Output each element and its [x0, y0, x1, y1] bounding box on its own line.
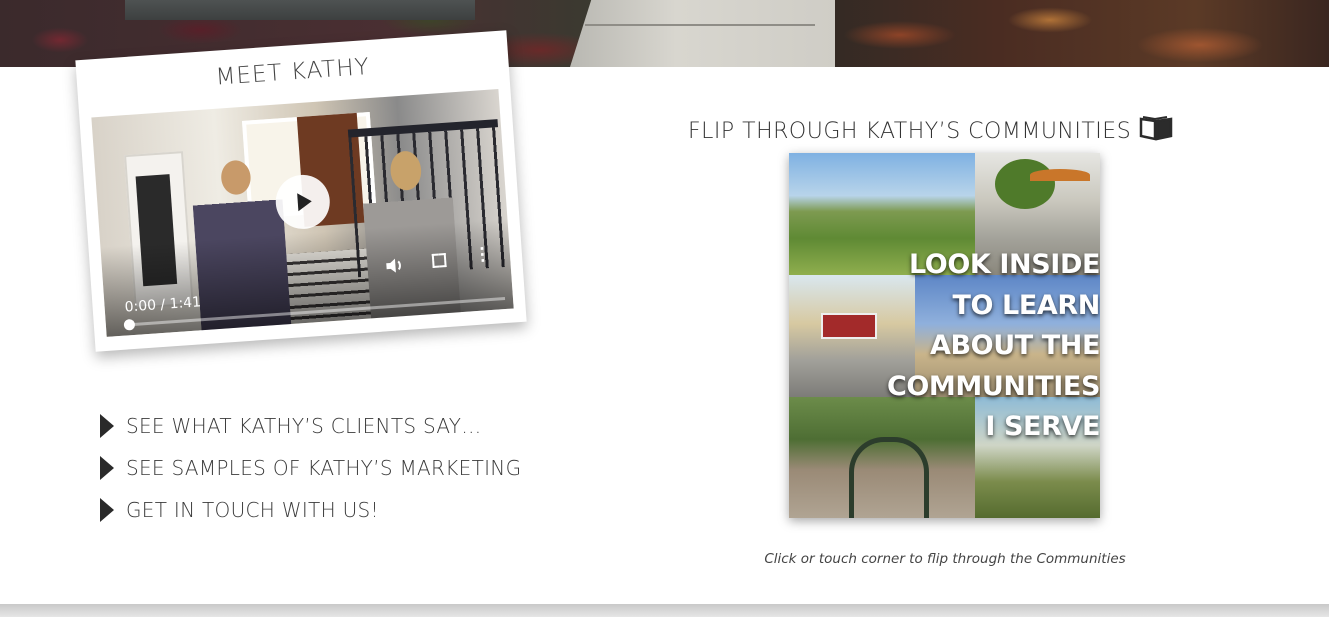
volume-icon[interactable]: [384, 256, 406, 280]
hero-sidewalk: [570, 0, 835, 67]
intro-video-player[interactable]: · · · 0:00 / 1:41: [91, 88, 514, 337]
link-label[interactable]: GET IN TOUCH WITH US!: [126, 498, 379, 522]
more-options-icon[interactable]: · · ·: [479, 238, 487, 270]
open-book-icon: [1139, 115, 1173, 147]
arrow-right-icon: [100, 414, 114, 438]
overlay-line: TO LEARN: [952, 289, 1100, 321]
communities-flipbook[interactable]: LOOK INSIDE TO LEARN ABOUT THE COMMUNITI…: [789, 153, 1100, 518]
link-clients-say[interactable]: SEE WHAT KATHY’S CLIENTS SAY…: [100, 405, 521, 447]
link-get-in-touch[interactable]: GET IN TOUCH WITH US!: [100, 489, 521, 531]
fullscreen-icon[interactable]: [432, 253, 447, 269]
overlay-line: ABOUT THE: [929, 330, 1100, 361]
footer-divider: [0, 604, 1329, 617]
plaza-umbrella: [1030, 169, 1090, 181]
hero-driveway: [125, 0, 475, 20]
campus-gate: [849, 437, 929, 518]
arrow-right-icon: [100, 498, 114, 522]
flipbook-overlay-text: LOOK INSIDE TO LEARN ABOUT THE COMMUNITI…: [789, 245, 1100, 448]
link-list: SEE WHAT KATHY’S CLIENTS SAY… SEE SAMPLE…: [100, 405, 521, 531]
hero-sidewalk-seam: [585, 24, 815, 26]
overlay-line: COMMUNITIES: [886, 370, 1100, 402]
link-label[interactable]: SEE WHAT KATHY’S CLIENTS SAY…: [126, 414, 482, 438]
link-marketing-samples[interactable]: SEE SAMPLES OF KATHY’S MARKETING: [100, 447, 521, 489]
flipbook-caption: Click or touch corner to flip through th…: [764, 551, 1126, 567]
communities-heading: FLIP THROUGH KATHY’S COMMUNITIES: [688, 115, 1173, 147]
plaza-tree: [995, 159, 1055, 209]
link-label[interactable]: SEE SAMPLES OF KATHY’S MARKETING: [126, 456, 521, 480]
arrow-right-icon: [100, 456, 114, 480]
overlay-line: I SERVE: [985, 411, 1100, 442]
meet-kathy-card: MEET KATHY · · · 0:00 / 1:41: [75, 30, 527, 352]
flip-corner[interactable]: [1030, 448, 1100, 518]
overlay-line: LOOK INSIDE: [908, 249, 1100, 280]
communities-heading-text: FLIP THROUGH KATHY’S COMMUNITIES: [688, 118, 1132, 144]
